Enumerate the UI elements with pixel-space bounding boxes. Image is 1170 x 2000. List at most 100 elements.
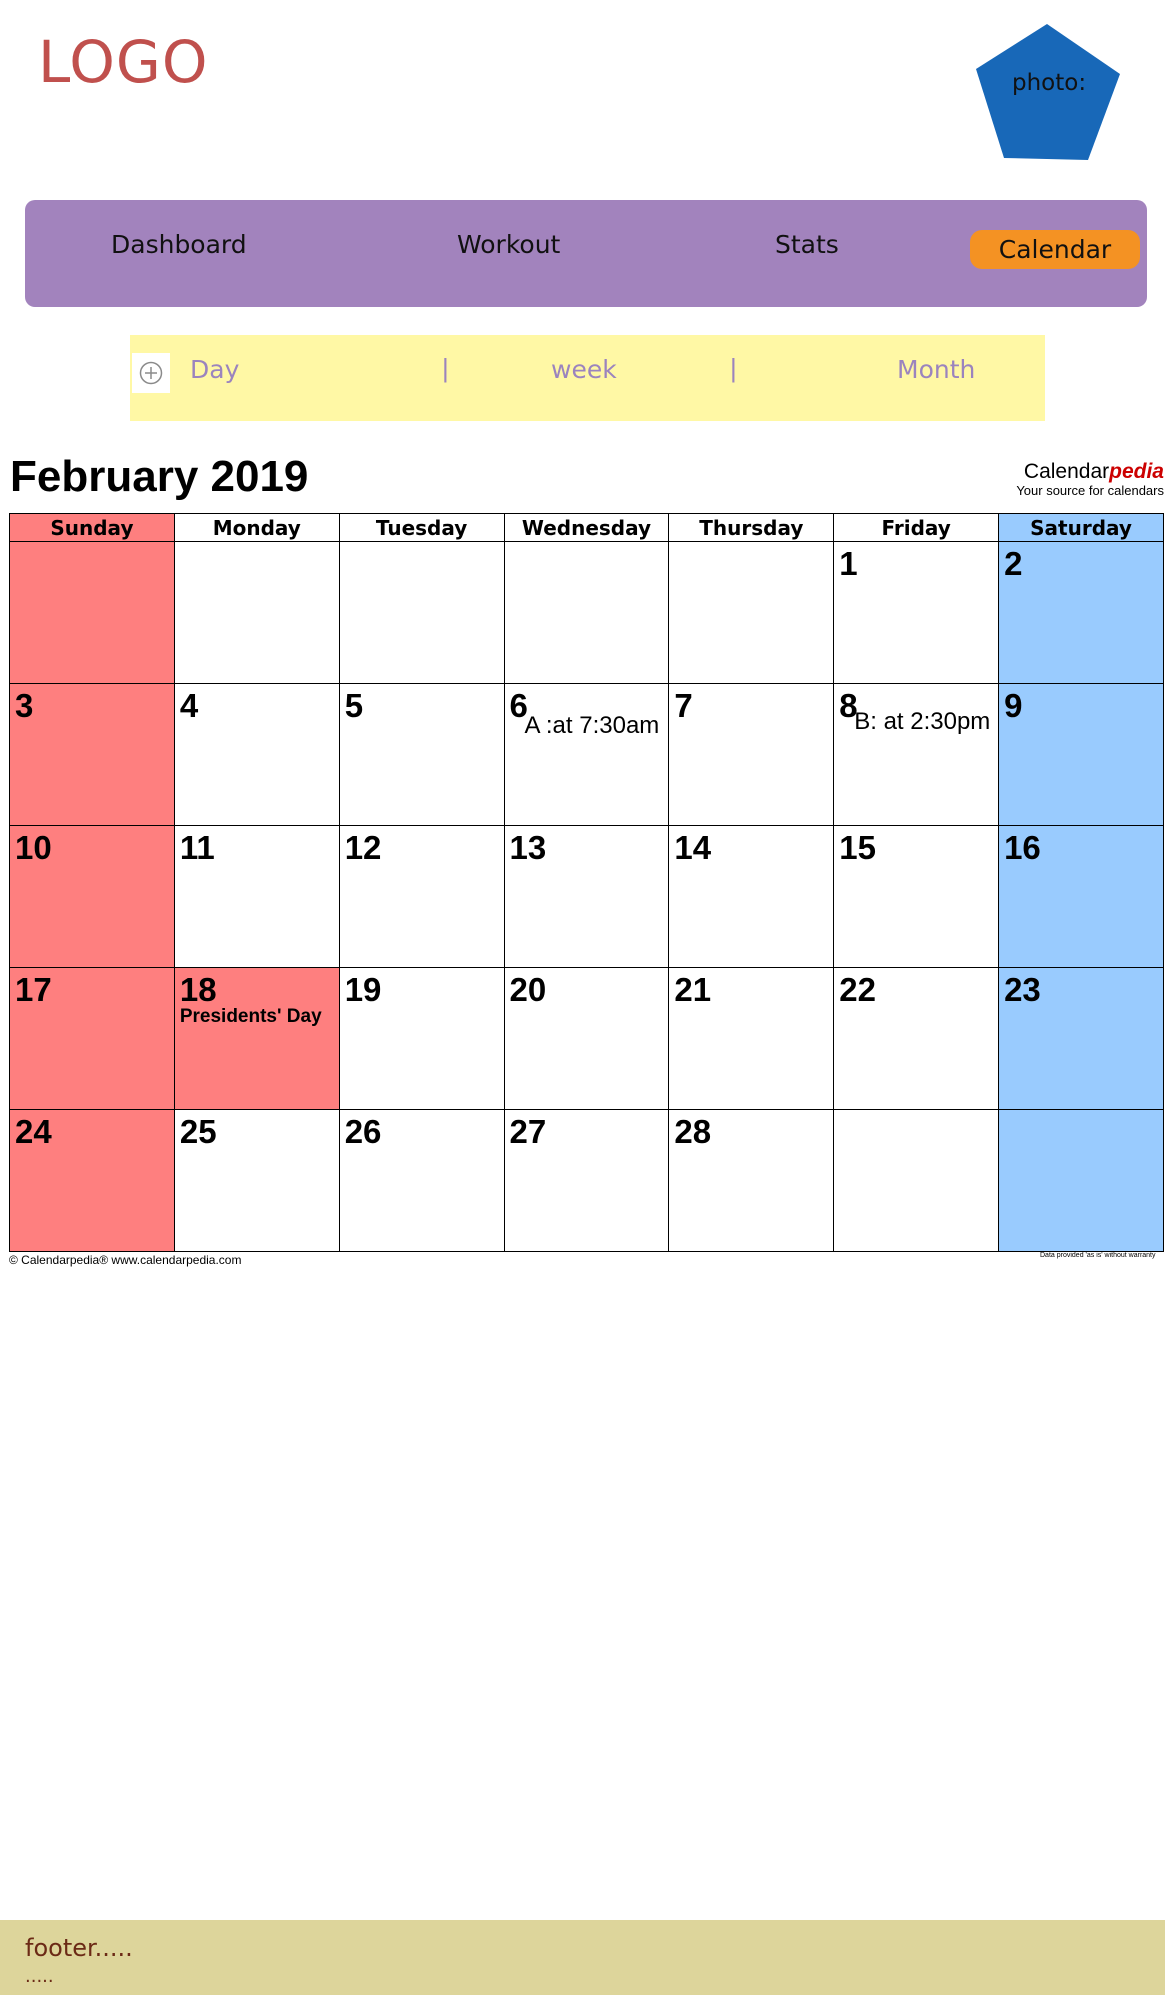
day-cell-17[interactable]: 17 bbox=[9, 967, 175, 1110]
day-cell-10[interactable]: 10 bbox=[9, 825, 175, 968]
day-cell-16[interactable]: 16 bbox=[998, 825, 1164, 968]
day-number: 17 bbox=[15, 971, 52, 1008]
day-cell-9[interactable]: 9 bbox=[998, 683, 1164, 826]
empty-day-cell[interactable] bbox=[173, 541, 340, 684]
view-week[interactable]: week bbox=[551, 355, 617, 384]
weekday-header-friday: Friday bbox=[833, 513, 1000, 542]
holiday-label: Presidents' Day bbox=[179, 1006, 322, 1027]
day-cell-6[interactable]: 6A :at 7:30am bbox=[503, 683, 670, 826]
nav-dashboard[interactable]: Dashboard bbox=[111, 230, 247, 259]
day-cell-18[interactable]: 18 Presidents' Day bbox=[173, 967, 340, 1110]
day-cell-3[interactable]: 3 bbox=[9, 683, 175, 826]
day-cell-5[interactable]: 5 bbox=[338, 683, 505, 826]
day-cell-14[interactable]: 14 bbox=[668, 825, 835, 968]
calendar-week-row: 3 4 5 6A :at 7:30am 7 8 B: at 2:30pm 9 bbox=[9, 683, 1164, 826]
weekday-header-row: Sunday Monday Tuesday Wednesday Thursday Frid… bbox=[9, 513, 1164, 542]
day-number: 24 bbox=[15, 1113, 52, 1150]
day-number: 18 bbox=[179, 971, 217, 1008]
page-footer: footer..... ..... bbox=[0, 1920, 1165, 1995]
day-cell-24[interactable]: 24 bbox=[9, 1109, 175, 1252]
calendar-disclaimer: Data provided 'as is' without warranty bbox=[1040, 1252, 1156, 1259]
day-cell-19[interactable]: 19 bbox=[338, 967, 505, 1110]
view-month[interactable]: Month bbox=[897, 355, 975, 384]
day-number: 4 bbox=[179, 687, 199, 724]
nav-workout[interactable]: Workout bbox=[457, 230, 560, 259]
day-cell-7[interactable]: 7 bbox=[668, 683, 835, 826]
day-number: 15 bbox=[839, 829, 876, 866]
calendar-credit: © Calendarpedia® www.calendarpedia.com bbox=[9, 1253, 242, 1267]
day-cell-22[interactable]: 22 bbox=[833, 967, 1000, 1110]
weekday-header-wednesday: Wednesday bbox=[503, 513, 670, 542]
day-number: 26 bbox=[344, 1113, 382, 1150]
empty-day-cell[interactable] bbox=[9, 541, 175, 684]
empty-day-cell[interactable] bbox=[998, 1109, 1164, 1252]
day-number: 3 bbox=[15, 687, 34, 724]
calendar-event[interactable]: B: at 2:30pm bbox=[854, 708, 990, 736]
empty-day-cell[interactable] bbox=[338, 541, 505, 684]
day-number: 7 bbox=[674, 687, 693, 724]
weekday-header-thursday: Thursday bbox=[668, 513, 835, 542]
day-cell-25[interactable]: 25 bbox=[173, 1109, 340, 1252]
footer-subtext: ..... bbox=[25, 1966, 54, 1987]
day-number: 12 bbox=[344, 829, 382, 866]
add-event-button[interactable] bbox=[132, 353, 170, 393]
weekday-header-sunday: Sunday bbox=[9, 513, 175, 542]
calendar-week-row: 24 25 26 27 28 bbox=[9, 1109, 1164, 1252]
nav-stats[interactable]: Stats bbox=[775, 230, 839, 259]
weekday-header-saturday: Saturday bbox=[998, 513, 1164, 542]
day-number: 27 bbox=[509, 1113, 547, 1150]
day-number: 20 bbox=[509, 971, 547, 1008]
day-number: 13 bbox=[509, 829, 547, 866]
empty-day-cell[interactable] bbox=[668, 541, 835, 684]
main-nav: Dashboard Workout Stats Calendar bbox=[25, 200, 1147, 307]
calendar-week-row: 12 bbox=[9, 541, 1164, 684]
month-calendar-grid: Sunday Monday Tuesday Wednesday Thursday Frid… bbox=[9, 513, 1164, 1252]
month-title: February 2019 bbox=[10, 452, 309, 501]
day-number: 25 bbox=[179, 1113, 217, 1150]
calendar-event[interactable]: A :at 7:30am bbox=[525, 712, 660, 740]
day-number: 14 bbox=[674, 829, 712, 866]
day-number: 19 bbox=[344, 971, 382, 1008]
brand-tagline: Your source for calendars bbox=[1016, 483, 1164, 498]
day-cell-1[interactable]: 1 bbox=[833, 541, 1000, 684]
weekday-header-tuesday: Tuesday bbox=[338, 513, 505, 542]
view-separator: | bbox=[442, 353, 449, 383]
view-separator: | bbox=[730, 353, 737, 383]
day-cell-12[interactable]: 12 bbox=[338, 825, 505, 968]
day-cell-11[interactable]: 11 bbox=[173, 825, 340, 968]
day-cell-23[interactable]: 23 bbox=[998, 967, 1164, 1110]
day-cell-2[interactable]: 2 bbox=[998, 541, 1164, 684]
photo-label: photo: bbox=[1012, 70, 1087, 96]
logo: LOGO bbox=[38, 28, 209, 96]
day-cell-13[interactable]: 13 bbox=[503, 825, 670, 968]
day-number: 10 bbox=[15, 829, 52, 866]
day-number: 28 bbox=[674, 1113, 712, 1150]
day-cell-21[interactable]: 21 bbox=[668, 967, 835, 1110]
empty-day-cell[interactable] bbox=[833, 1109, 1000, 1252]
calendar-week-row: 17 18 Presidents' Day 19 20 21 22 23 bbox=[9, 967, 1164, 1110]
day-number: 5 bbox=[344, 687, 364, 724]
brand-name: Calendarpedia bbox=[1023, 460, 1164, 483]
day-number: 22 bbox=[839, 971, 876, 1008]
day-cell-28[interactable]: 28 bbox=[668, 1109, 835, 1252]
calendarpedia-brand: Calendarpedia Your source for calendars bbox=[1001, 460, 1164, 498]
day-cell-4[interactable]: 4 bbox=[173, 683, 340, 826]
day-number: 9 bbox=[1004, 687, 1023, 724]
day-number: 16 bbox=[1004, 829, 1041, 866]
day-cell-15[interactable]: 15 bbox=[833, 825, 1000, 968]
profile-photo[interactable]: photo: bbox=[972, 22, 1122, 162]
view-day[interactable]: Day bbox=[190, 355, 239, 384]
weekday-header-monday: Monday bbox=[173, 513, 340, 542]
empty-day-cell[interactable] bbox=[503, 541, 670, 684]
day-number: 21 bbox=[674, 971, 712, 1008]
day-cell-26[interactable]: 26 bbox=[338, 1109, 505, 1252]
nav-calendar[interactable]: Calendar bbox=[970, 230, 1140, 269]
calendar-week-row: 10 11 12 13 14 15 16 bbox=[9, 825, 1164, 968]
day-cell-27[interactable]: 27 bbox=[503, 1109, 670, 1252]
day-cell-20[interactable]: 20 bbox=[503, 967, 670, 1110]
day-number: 2 bbox=[1004, 545, 1023, 582]
day-number: 11 bbox=[179, 829, 215, 866]
plus-circle-icon bbox=[139, 361, 163, 385]
day-cell-8[interactable]: 8 B: at 2:30pm bbox=[833, 683, 1000, 826]
day-number: 1 bbox=[839, 545, 858, 582]
